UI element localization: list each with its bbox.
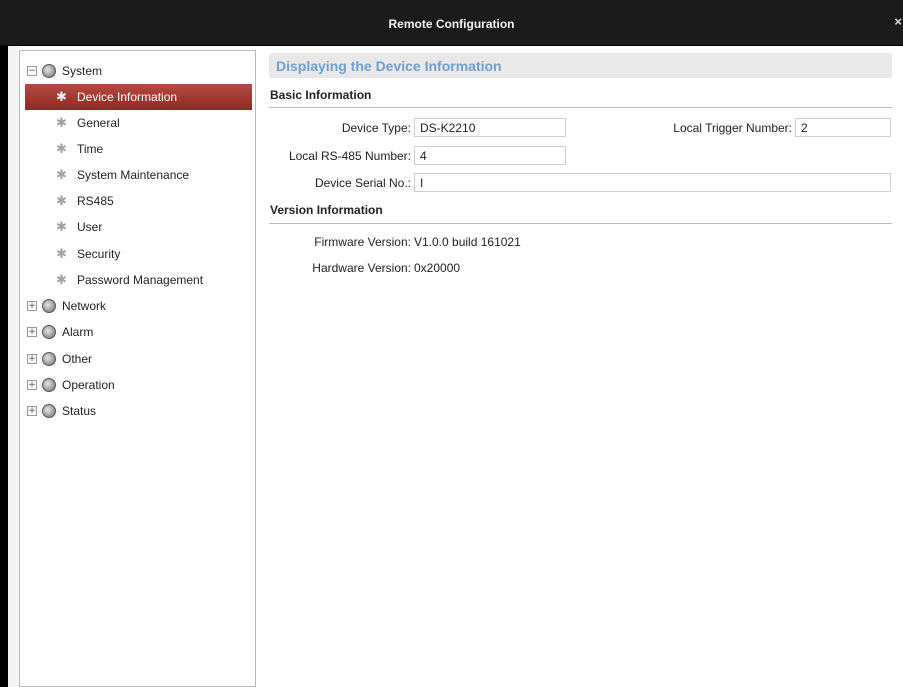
device-serial-label: Device Serial No.: [314,176,411,190]
globe-icon [42,352,56,366]
tree-item-label: RS485 [77,194,114,208]
tree-node-network[interactable]: + Network [20,293,255,319]
tree-item-label: Security [77,247,121,261]
panel-header: Displaying the Device Information [269,53,892,78]
plus-expander-icon[interactable]: + [27,327,37,337]
tree-item-label: System Maintenance [77,168,190,182]
gear-icon: ✱ [56,246,67,262]
gear-icon: ✱ [56,141,67,157]
tree-item-label: Time [77,142,104,156]
tree-node-status[interactable]: + Status [20,398,255,424]
plus-expander-icon[interactable]: + [27,380,37,390]
device-serial-field[interactable] [414,173,891,192]
tree-item-device-information[interactable]: ✱ Device Information [25,84,252,110]
plus-expander-icon[interactable]: + [27,406,37,416]
title-bar: Remote Configuration × [0,0,903,46]
tree-node-label: Other [62,352,93,366]
tree-item-time[interactable]: ✱ Time [20,136,255,162]
hardware-version-label: Hardware Version: [312,261,411,275]
gear-icon: ✱ [56,89,67,105]
window-left-border [0,46,8,687]
globe-icon [42,64,56,78]
hardware-version-value: 0x20000 [414,261,461,275]
globe-icon [42,299,56,313]
tree-item-password-management[interactable]: ✱ Password Management [20,267,255,293]
tree-item-label: Device Information [77,90,178,104]
plus-expander-icon[interactable]: + [27,301,37,311]
tree-item-label: General [77,116,120,130]
tree-item-label: Password Management [77,273,204,287]
firmware-version-label: Firmware Version: [314,235,411,249]
section-divider [269,107,892,108]
device-type-field[interactable] [414,118,566,137]
tree-node-alarm[interactable]: + Alarm [20,319,255,345]
tree-item-system-maintenance[interactable]: ✱ System Maintenance [20,162,255,188]
tree-item-general[interactable]: ✱ General [20,110,255,136]
window-left-margin [8,46,19,687]
globe-icon [42,325,56,339]
tree-item-user[interactable]: ✱ User [20,214,255,240]
close-icon[interactable]: × [894,14,902,29]
tree-node-operation[interactable]: + Operation [20,372,255,398]
gear-icon: ✱ [56,219,67,235]
plus-expander-icon[interactable]: + [27,354,37,364]
gear-icon: ✱ [56,115,67,131]
version-info-heading: Version Information [270,203,383,217]
window-body: − System ✱ Device Information ✱ General … [0,46,903,687]
gear-icon: ✱ [56,272,67,288]
section-divider [269,223,892,224]
local-trigger-number-field[interactable] [795,118,891,137]
gear-icon: ✱ [56,167,67,183]
local-rs485-number-field[interactable] [414,146,566,165]
globe-icon [42,378,56,392]
tree-item-rs485[interactable]: ✱ RS485 [20,188,255,214]
minus-expander-icon[interactable]: − [27,66,37,76]
tree-node-label: Network [62,299,107,313]
tree-node-label: System [62,64,103,78]
window-title: Remote Configuration [388,17,515,31]
tree-node-system[interactable]: − System [20,58,255,84]
tree-item-label: User [77,220,103,234]
basic-info-heading: Basic Information [270,88,372,102]
globe-icon [42,404,56,418]
tree-node-other[interactable]: + Other [20,346,255,372]
local-rs485-number-label: Local RS-485 Number: [288,149,411,163]
page-title: Displaying the Device Information [276,58,502,74]
device-type-label: Device Type: [341,121,411,135]
gear-icon: ✱ [56,193,67,209]
firmware-version-value: V1.0.0 build 161021 [414,235,521,249]
config-tree: − System ✱ Device Information ✱ General … [19,50,256,687]
tree-node-label: Alarm [62,325,94,339]
tree-node-label: Status [62,404,97,418]
local-trigger-number-label: Local Trigger Number: [673,121,792,135]
tree-node-label: Operation [62,378,115,392]
tree-item-security[interactable]: ✱ Security [20,241,255,267]
